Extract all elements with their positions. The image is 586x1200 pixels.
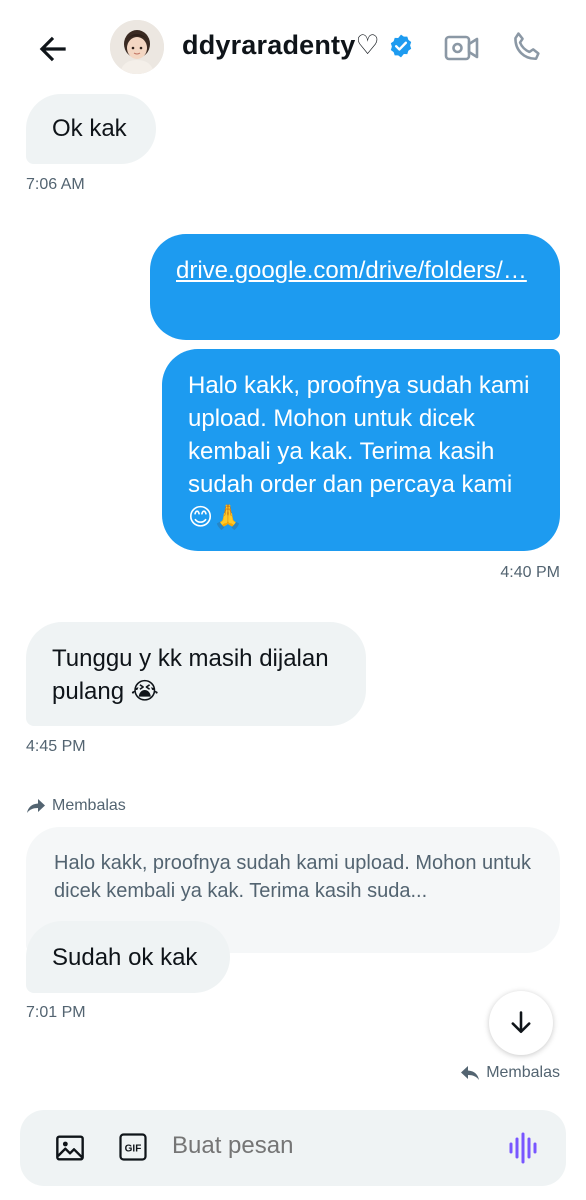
reply-arrow-icon — [461, 1066, 480, 1080]
conversation-title: ddyraradenty♡ — [182, 30, 380, 60]
phone-call-icon[interactable] — [508, 28, 546, 66]
reply-indicator: Membalas — [460, 1064, 560, 1082]
title-wrap[interactable]: ddyraradenty♡ — [182, 30, 414, 61]
message-timestamp: 7:06 AM — [26, 176, 85, 193]
reply-arrow-icon — [27, 799, 45, 813]
video-call-icon[interactable] — [444, 31, 480, 65]
message-bubble-incoming[interactable]: Ok kak — [26, 94, 156, 164]
message-bubble-incoming[interactable]: Tunggu y kk masih dijalan pulang 😭 — [26, 622, 366, 726]
message-text: Ok kak — [52, 115, 127, 142]
message-bubble-incoming[interactable]: Sudah ok kak — [26, 921, 230, 993]
message-timestamp: 4:45 PM — [26, 738, 86, 755]
message-text: Halo kakk, proofnya sudah kami upload. M… — [188, 372, 530, 531]
reply-indicator: Membalas — [26, 797, 126, 815]
reply-label-text: Membalas — [486, 1064, 560, 1081]
conversation-header: ddyraradenty♡ — [0, 0, 586, 96]
message-composer: GIF — [20, 1110, 566, 1186]
gif-icon[interactable]: GIF — [118, 1132, 148, 1162]
message-timestamp: 4:40 PM — [500, 564, 560, 581]
reply-label-text: Membalas — [52, 797, 126, 814]
quoted-message-text: Halo kakk, proofnya sudah kami upload. M… — [54, 852, 531, 902]
image-icon[interactable] — [54, 1132, 86, 1164]
message-bubble-outgoing-link[interactable]: drive.google.com/drive/folders/… — [150, 234, 560, 340]
message-input[interactable] — [172, 1132, 472, 1160]
message-text: Tunggu y kk masih dijalan pulang 😭 — [52, 645, 329, 705]
voice-message-icon[interactable] — [506, 1130, 542, 1166]
scroll-to-bottom-button[interactable] — [489, 991, 553, 1055]
message-text: Sudah ok kak — [52, 944, 198, 971]
message-link[interactable]: drive.google.com/drive/folders/… — [176, 257, 527, 284]
verified-badge-icon — [390, 34, 412, 57]
arrow-down-icon — [511, 1011, 531, 1034]
message-timestamp: 7:01 PM — [26, 1004, 86, 1021]
avatar[interactable] — [110, 20, 164, 74]
svg-text:GIF: GIF — [125, 1143, 142, 1154]
back-arrow-icon[interactable] — [34, 30, 72, 68]
message-bubble-outgoing[interactable]: Halo kakk, proofnya sudah kami upload. M… — [162, 349, 560, 551]
